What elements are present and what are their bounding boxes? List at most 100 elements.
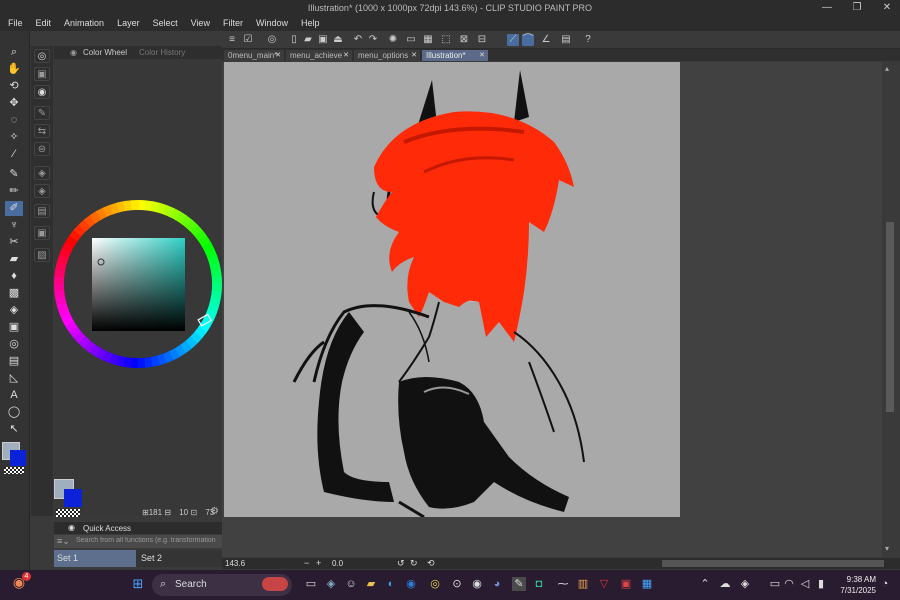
text-tool-icon[interactable]: A bbox=[5, 388, 23, 403]
app-icon-2[interactable]: ◘ bbox=[532, 577, 546, 591]
canvas-area[interactable] bbox=[222, 62, 882, 557]
panel-dock-icon[interactable]: ◉ bbox=[70, 48, 77, 57]
quick-access-set-1[interactable]: Set 1 bbox=[54, 550, 136, 567]
frame-tool-icon[interactable]: ▤ bbox=[5, 354, 23, 369]
tab-menu-options[interactable]: menu_options ✕ bbox=[354, 50, 420, 61]
tablet-icon[interactable]: ▤ bbox=[560, 34, 572, 46]
tab-illustration[interactable]: Illustration* ✕ bbox=[422, 50, 488, 61]
pencil-tool-icon[interactable]: ✏ bbox=[5, 184, 23, 199]
clip-studio-taskbar-icon[interactable]: ✎ bbox=[512, 577, 526, 591]
hand-tool-icon[interactable]: ✋ bbox=[5, 62, 23, 77]
navigator-panel-icon[interactable]: ◉ bbox=[34, 85, 50, 99]
ruler-tool-icon[interactable]: ◺ bbox=[5, 371, 23, 386]
clock[interactable]: 9:38 AM 7/31/2025 bbox=[830, 574, 876, 596]
chrome-icon[interactable]: ◎ bbox=[428, 577, 442, 591]
quick-access-search-input[interactable]: ≡⌄ Search from all functions (e.g. trans… bbox=[54, 535, 222, 548]
close-button[interactable]: ✕ bbox=[880, 2, 894, 13]
airbrush-tool-icon[interactable]: ♆ bbox=[5, 218, 23, 233]
move-tool-icon[interactable]: ✥ bbox=[5, 96, 23, 111]
maximize-button[interactable]: ❐ bbox=[850, 2, 864, 13]
settings-icon[interactable]: ☑ bbox=[242, 34, 254, 46]
layer-panel-icon[interactable]: ◈ bbox=[34, 184, 50, 198]
menu-window[interactable]: Window bbox=[256, 16, 288, 31]
clear-icon[interactable]: ▭ bbox=[405, 34, 417, 46]
menu-help[interactable]: Help bbox=[301, 16, 320, 31]
hamburger-menu-icon[interactable]: ≡ bbox=[226, 34, 238, 46]
app-icon-3[interactable]: ⁓ bbox=[556, 577, 570, 591]
volume-icon[interactable]: ◁ bbox=[798, 577, 812, 591]
app-icon-5[interactable]: ▽ bbox=[597, 577, 611, 591]
show-hidden-icons[interactable]: ⌃ bbox=[698, 577, 712, 591]
tab-close-button[interactable]: ✕ bbox=[411, 51, 417, 59]
clip-studio-icon[interactable]: ◎ bbox=[266, 34, 278, 46]
onedrive-icon[interactable]: ☁ bbox=[718, 577, 732, 591]
eyedropper-tool-icon[interactable]: ⁄ bbox=[5, 147, 23, 162]
zoom-out-icon[interactable]: − bbox=[304, 558, 309, 568]
battery-status-icon[interactable]: ▮ bbox=[814, 577, 828, 591]
windows-start-icon[interactable]: ⊞ bbox=[131, 577, 145, 591]
vertical-scrollbar[interactable]: ▴ ▾ bbox=[882, 62, 900, 557]
pen-tool-icon[interactable]: ✎ bbox=[5, 167, 23, 182]
menu-view[interactable]: View bbox=[191, 16, 210, 31]
brush-size-panel-icon[interactable]: ⊜ bbox=[34, 142, 50, 156]
sub-tool-panel-icon[interactable]: ✎ bbox=[34, 106, 50, 120]
loading-icon[interactable]: ✺ bbox=[387, 34, 399, 46]
open-folder-icon[interactable]: ▰ bbox=[302, 34, 314, 46]
material-panel-icon[interactable]: ▤ bbox=[34, 204, 50, 218]
quick-access-set-2[interactable]: Set 2 bbox=[138, 550, 220, 567]
undo-icon[interactable]: ↶ bbox=[352, 34, 364, 46]
scroll-up-icon[interactable]: ▴ bbox=[885, 64, 889, 73]
menu-select[interactable]: Select bbox=[153, 16, 178, 31]
rotation-angle[interactable]: 0.0 bbox=[332, 559, 343, 568]
figure-tool-icon[interactable]: ◎ bbox=[5, 337, 23, 352]
selection-tool-icon[interactable]: ◌ bbox=[5, 113, 23, 128]
invert-selection-icon[interactable]: ⊟ bbox=[476, 34, 488, 46]
file-explorer-icon[interactable]: ▰ bbox=[364, 577, 378, 591]
horizontal-scrollbar[interactable] bbox=[662, 560, 884, 567]
taskbar-search-box[interactable]: ⌕ Search bbox=[152, 574, 292, 596]
tab-close-button[interactable]: ✕ bbox=[343, 51, 349, 59]
fill-tool-icon[interactable]: ▩ bbox=[5, 286, 23, 301]
sub-color-swatch-large[interactable] bbox=[64, 489, 82, 507]
app-icon-1[interactable]: ⊙ bbox=[450, 577, 464, 591]
tray-app-icon[interactable]: ◈ bbox=[738, 577, 752, 591]
scroll-down-icon[interactable]: ▾ bbox=[885, 544, 889, 553]
transparent-swatch-large[interactable] bbox=[56, 509, 80, 517]
redo-icon[interactable]: ↷ bbox=[367, 34, 379, 46]
edge-browser-icon[interactable]: ◐ bbox=[384, 577, 398, 591]
tab-color-wheel[interactable]: Color Wheel bbox=[83, 48, 127, 57]
sub-color-swatch[interactable] bbox=[10, 450, 26, 466]
app-icon-6[interactable]: ▣ bbox=[619, 577, 633, 591]
drawing-canvas[interactable] bbox=[224, 62, 680, 519]
rotate-left-icon[interactable]: ↺ bbox=[397, 558, 405, 569]
color-slider-panel-icon[interactable]: ▣ bbox=[34, 67, 50, 81]
zoom-in-icon[interactable]: + bbox=[316, 558, 321, 568]
tab-menu-achieve[interactable]: menu_achieve ✕ bbox=[286, 50, 352, 61]
snap-to-special-ruler-icon[interactable]: ⌒ bbox=[522, 34, 534, 46]
settings-gear-icon[interactable]: ⚙ bbox=[210, 506, 219, 517]
menu-filter[interactable]: Filter bbox=[223, 16, 243, 31]
gradient-tool-icon[interactable]: ▣ bbox=[5, 320, 23, 335]
auto-select-tool-icon[interactable]: ✧ bbox=[5, 130, 23, 145]
help-icon[interactable]: ? bbox=[582, 34, 594, 46]
zoom-level[interactable]: 143.6 bbox=[225, 559, 245, 568]
dropdown-icon[interactable]: ≡⌄ bbox=[57, 536, 70, 547]
snap-to-ruler-icon[interactable]: ⟋ bbox=[507, 34, 519, 46]
menu-edit[interactable]: Edit bbox=[36, 16, 52, 31]
save-icon[interactable]: ▣ bbox=[317, 34, 329, 46]
zoom-tool-icon[interactable]: ⌕ bbox=[5, 45, 23, 60]
color-wheel[interactable] bbox=[54, 200, 222, 370]
animation-panel-icon[interactable]: ▨ bbox=[34, 248, 50, 262]
app-icon-7[interactable]: ▦ bbox=[640, 577, 654, 591]
minimize-button[interactable]: — bbox=[820, 2, 834, 13]
obs-icon[interactable]: ◉ bbox=[470, 577, 484, 591]
blend-tool-icon[interactable]: ♦ bbox=[5, 269, 23, 284]
transparent-color-swatch[interactable] bbox=[4, 467, 24, 474]
app-icon-4[interactable]: ▥ bbox=[576, 577, 590, 591]
hue-ring-segment[interactable] bbox=[130, 200, 140, 211]
menu-animation[interactable]: Animation bbox=[64, 16, 104, 31]
color-wheel-panel-icon[interactable]: ◎ bbox=[34, 49, 50, 63]
rotate-tool-icon[interactable]: ⟲ bbox=[5, 79, 23, 94]
tab-close-button[interactable]: ✕ bbox=[479, 51, 485, 59]
bucket-tool-icon[interactable]: ◈ bbox=[5, 303, 23, 318]
